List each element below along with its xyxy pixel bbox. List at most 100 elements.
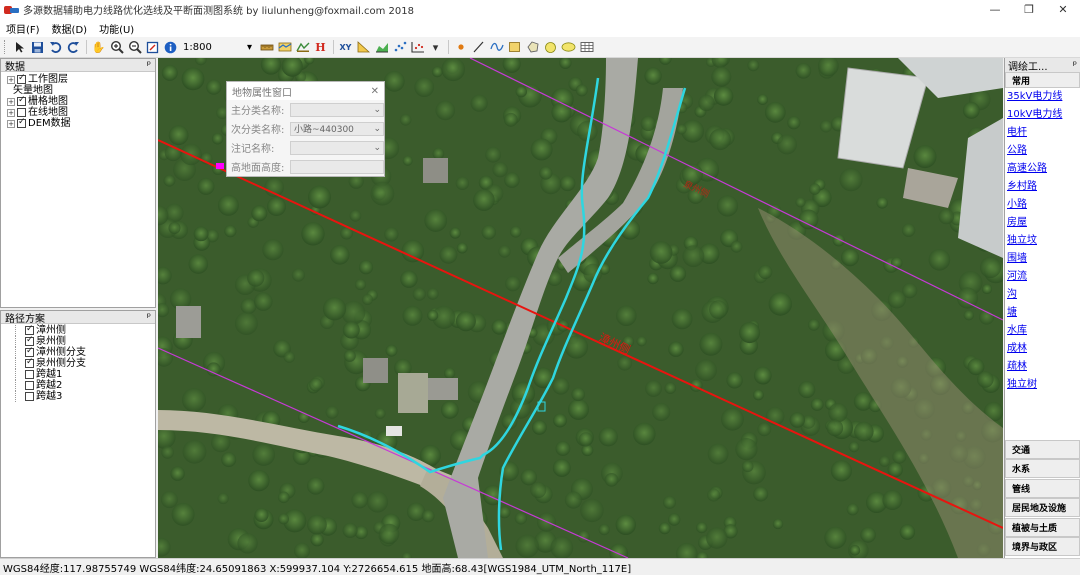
tree-item-work-layer[interactable]: + 工作图层 bbox=[7, 73, 155, 85]
expand-icon[interactable]: + bbox=[7, 97, 15, 106]
close-button[interactable]: ✕ bbox=[1046, 0, 1080, 19]
attr-label: 次分类名称: bbox=[231, 125, 285, 136]
category-button[interactable]: 植被与土质 bbox=[1005, 518, 1080, 537]
expand-icon[interactable]: + bbox=[7, 108, 15, 117]
checkbox[interactable] bbox=[25, 370, 34, 379]
point-icon[interactable] bbox=[452, 39, 469, 56]
annotation-select[interactable]: ⌄ bbox=[290, 140, 384, 155]
feature-link[interactable]: 水库 bbox=[1005, 322, 1080, 340]
feature-link[interactable]: 独立树 bbox=[1005, 376, 1080, 394]
triangle-icon[interactable] bbox=[355, 39, 372, 56]
measure-icon[interactable] bbox=[258, 39, 275, 56]
feature-link[interactable]: 塘 bbox=[1005, 304, 1080, 322]
feature-link[interactable]: 小路 bbox=[1005, 196, 1080, 214]
checkbox[interactable] bbox=[25, 381, 34, 390]
attribute-dialog-title: 地物属性窗口 bbox=[232, 87, 292, 99]
pin-icon[interactable]: ᵖ bbox=[147, 60, 151, 71]
scatter-icon[interactable] bbox=[391, 39, 408, 56]
height-input[interactable] bbox=[290, 159, 384, 174]
checkbox[interactable] bbox=[17, 117, 26, 128]
save-icon[interactable] bbox=[29, 39, 46, 56]
checkbox[interactable] bbox=[25, 335, 34, 346]
checkbox[interactable] bbox=[25, 324, 34, 335]
title-bar: 多源数据辅助电力线路优化选线及平断面测图系统 by liulunheng@fox… bbox=[0, 0, 1080, 19]
category-button[interactable]: 居民地及设施 bbox=[1005, 498, 1080, 517]
axis-chart-icon[interactable] bbox=[409, 39, 426, 56]
area-chart-icon[interactable] bbox=[373, 39, 390, 56]
feature-link[interactable]: 河流 bbox=[1005, 268, 1080, 286]
route-item-label: 跨越1 bbox=[36, 369, 63, 380]
axis-dropdown-icon[interactable]: ▾ bbox=[427, 39, 444, 56]
pin-icon[interactable]: ᵖ bbox=[147, 312, 151, 323]
feature-link[interactable]: 公路 bbox=[1005, 142, 1080, 160]
h-icon[interactable]: H bbox=[312, 39, 329, 56]
route-item-crossing-2[interactable]: 跨越2 bbox=[1, 380, 155, 391]
zoom-out-icon[interactable] bbox=[126, 39, 143, 56]
ellipse-icon[interactable] bbox=[560, 39, 577, 56]
rectangle-icon[interactable] bbox=[506, 39, 523, 56]
main-category-select[interactable]: ⌄ bbox=[290, 102, 384, 117]
restore-button[interactable]: ❐ bbox=[1012, 0, 1046, 19]
category-button[interactable]: 管线 bbox=[1005, 479, 1080, 498]
pointer-icon[interactable] bbox=[11, 39, 28, 56]
category-button[interactable]: 水系 bbox=[1005, 459, 1080, 478]
tree-item-raster-map[interactable]: + 栅格地图 bbox=[7, 95, 155, 107]
route-item-zhangzhou[interactable]: 漳州侧 bbox=[1, 324, 155, 336]
full-extent-icon[interactable] bbox=[144, 39, 161, 56]
line-icon[interactable] bbox=[470, 39, 487, 56]
feature-link[interactable]: 乡村路 bbox=[1005, 178, 1080, 196]
feature-link[interactable]: 10kV电力线 bbox=[1005, 106, 1080, 124]
checkbox[interactable] bbox=[17, 108, 26, 117]
tab-common[interactable]: 常用 bbox=[1005, 72, 1080, 88]
tree-item-vector-map[interactable]: 矢量地图 bbox=[7, 85, 155, 96]
sub-category-select[interactable]: 小路~440300 ⌄ bbox=[290, 121, 384, 136]
feature-link[interactable]: 疏林 bbox=[1005, 358, 1080, 376]
feature-link[interactable]: 独立坟 bbox=[1005, 232, 1080, 250]
tree-item-online-map[interactable]: + 在线地图 bbox=[7, 107, 155, 118]
expand-icon[interactable]: + bbox=[7, 119, 15, 128]
circle-icon[interactable] bbox=[542, 39, 559, 56]
pin-icon[interactable]: ᵖ bbox=[1073, 60, 1077, 71]
zoom-in-icon[interactable] bbox=[108, 39, 125, 56]
checkbox[interactable] bbox=[25, 346, 34, 357]
xy-icon[interactable]: XY bbox=[337, 39, 354, 56]
route-item-quanzhou[interactable]: 泉州侧 bbox=[1, 335, 155, 347]
undo-icon[interactable] bbox=[47, 39, 64, 56]
profile-icon[interactable] bbox=[276, 39, 293, 56]
category-button[interactable]: 境界与政区 bbox=[1005, 537, 1080, 556]
route-item-quanzhou-branch[interactable]: 泉州侧分支 bbox=[1, 357, 155, 369]
checkbox[interactable] bbox=[17, 73, 26, 84]
map-view[interactable]: 漳州侧 泉州侧 地物属性窗口 ✕ 主分类名称: ⌄ 次分类名称: 小路~4403… bbox=[158, 58, 1003, 558]
menu-function[interactable]: 功能(U) bbox=[99, 21, 134, 36]
toolbar: ✋ 1:800 ▾ H XY ▾ bbox=[0, 37, 1080, 58]
feature-link[interactable]: 35kV电力线 bbox=[1005, 88, 1080, 106]
route-item-crossing-1[interactable]: 跨越1 bbox=[1, 369, 155, 380]
feature-link[interactable]: 沟 bbox=[1005, 286, 1080, 304]
curve-icon[interactable] bbox=[488, 39, 505, 56]
feature-link[interactable]: 围墙 bbox=[1005, 250, 1080, 268]
checkbox[interactable] bbox=[17, 95, 26, 106]
expand-icon[interactable]: + bbox=[7, 75, 15, 84]
route-item-zhangzhou-branch[interactable]: 漳州侧分支 bbox=[1, 346, 155, 358]
toolbar-grip[interactable] bbox=[4, 40, 7, 54]
menu-project[interactable]: 项目(F) bbox=[6, 21, 40, 36]
feature-link[interactable]: 房屋 bbox=[1005, 214, 1080, 232]
menu-data[interactable]: 数据(D) bbox=[52, 21, 88, 36]
close-icon[interactable]: ✕ bbox=[371, 86, 379, 97]
feature-link[interactable]: 成林 bbox=[1005, 340, 1080, 358]
checkbox[interactable] bbox=[25, 357, 34, 368]
feature-link[interactable]: 电杆 bbox=[1005, 124, 1080, 142]
route-item-crossing-3[interactable]: 跨越3 bbox=[1, 391, 155, 402]
pan-hand-icon[interactable]: ✋ bbox=[90, 39, 107, 56]
redo-icon[interactable] bbox=[65, 39, 82, 56]
minimize-button[interactable]: — bbox=[978, 0, 1012, 19]
section-icon[interactable] bbox=[294, 39, 311, 56]
info-icon[interactable] bbox=[162, 39, 179, 56]
checkbox[interactable] bbox=[25, 392, 34, 401]
category-button[interactable]: 交通 bbox=[1005, 440, 1080, 459]
table-icon[interactable] bbox=[578, 39, 595, 56]
tree-item-dem[interactable]: + DEM数据 bbox=[7, 117, 155, 129]
feature-link[interactable]: 高速公路 bbox=[1005, 160, 1080, 178]
scale-combo[interactable]: 1:800 ▾ bbox=[180, 39, 254, 55]
polygon-icon[interactable] bbox=[524, 39, 541, 56]
